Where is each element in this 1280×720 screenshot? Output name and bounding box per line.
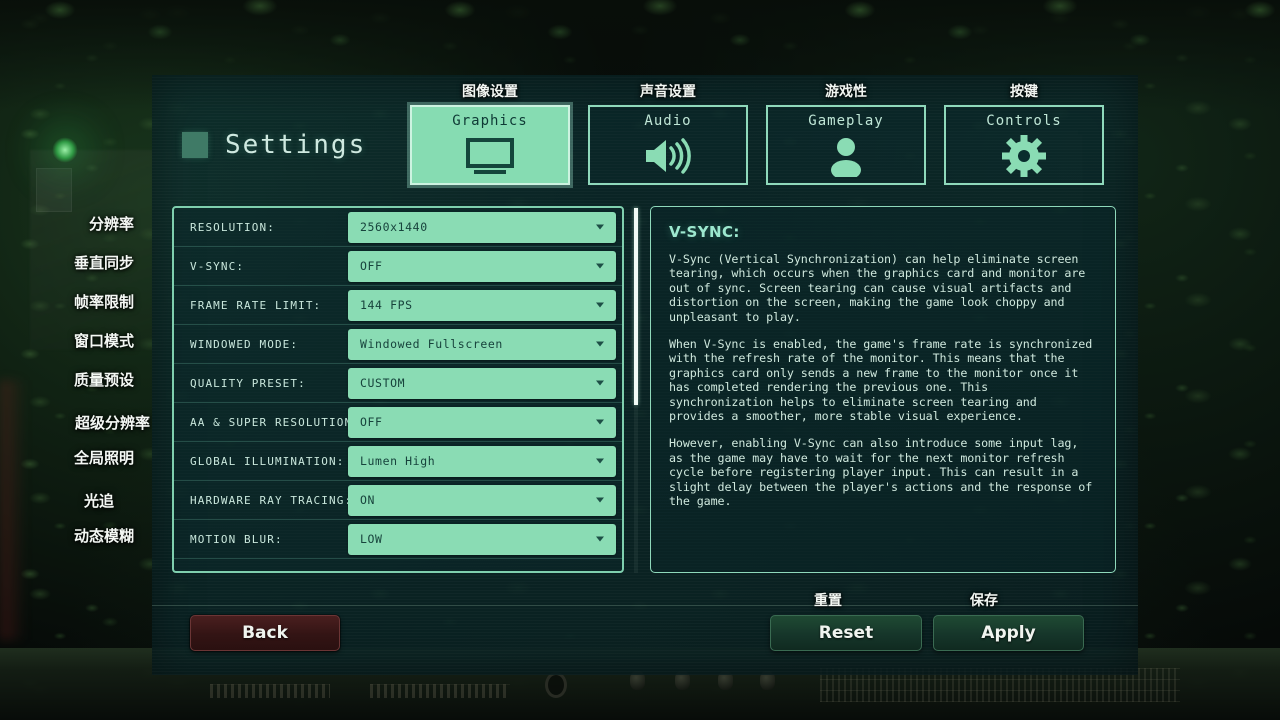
tab-audio[interactable]: 声音设置 Audio bbox=[588, 84, 748, 185]
option-dropdown[interactable]: 144 FPS bbox=[348, 289, 616, 321]
description-paragraph: When V-Sync is enabled, the game's frame… bbox=[669, 337, 1093, 424]
description-title: V-SYNC: bbox=[669, 223, 740, 241]
options-scrollbar-track[interactable] bbox=[634, 206, 638, 573]
tab-gameplay[interactable]: 游戏性 Gameplay bbox=[766, 84, 926, 185]
monitor-icon bbox=[462, 129, 518, 183]
tab-graphics[interactable]: 图像设置 Graphics bbox=[410, 84, 570, 185]
option-dropdown[interactable]: OFF bbox=[348, 250, 616, 282]
tab-bar[interactable]: 图像设置 Graphics 声音设置 Audio 游戏性 Gameplay 按键 Contro… bbox=[410, 84, 1104, 185]
option-value: 2560x1440 bbox=[360, 220, 428, 234]
option-value: LOW bbox=[360, 532, 383, 546]
gear-icon bbox=[996, 129, 1052, 183]
option-dropdown[interactable]: Windowed Fullscreen bbox=[348, 328, 616, 360]
chevron-down-icon[interactable] bbox=[596, 536, 604, 542]
page-title: Settings bbox=[182, 130, 366, 160]
chevron-down-icon[interactable] bbox=[596, 380, 604, 386]
title-swatch-icon bbox=[182, 132, 208, 158]
settings-panel: Settings 图像设置 Graphics 声音设置 Audio 游戏性 Gamepla… bbox=[152, 75, 1138, 675]
option-dropdown[interactable]: OFF bbox=[348, 406, 616, 438]
reset-button-chinese-label: 重置 bbox=[814, 593, 842, 609]
tab-chinese-label: 图像设置 bbox=[462, 84, 518, 100]
option-label: QUALITY PRESET: bbox=[190, 376, 306, 390]
option-value: Windowed Fullscreen bbox=[360, 337, 503, 351]
chevron-down-icon[interactable] bbox=[596, 302, 604, 308]
option-row[interactable]: RESOLUTION: 2560x1440 bbox=[174, 208, 622, 247]
option-row[interactable]: WINDOWED MODE: Windowed Fullscreen bbox=[174, 325, 622, 364]
tab-chinese-label: 游戏性 bbox=[825, 84, 867, 100]
tab-chinese-label: 声音设置 bbox=[640, 84, 696, 100]
apply-button-chinese-label: 保存 bbox=[970, 593, 998, 609]
option-chinese-label: 质量预设 bbox=[73, 371, 134, 389]
option-value: CUSTOM bbox=[360, 376, 406, 390]
option-value: OFF bbox=[360, 415, 383, 429]
options-scrollbar-thumb[interactable] bbox=[634, 208, 638, 405]
option-label: MOTION BLUR: bbox=[190, 532, 283, 546]
chevron-down-icon[interactable] bbox=[596, 263, 604, 269]
option-dropdown[interactable]: 2560x1440 bbox=[348, 211, 616, 243]
chevron-down-icon[interactable] bbox=[596, 419, 604, 425]
tab-label: Controls bbox=[986, 113, 1062, 129]
option-label: FRAME RATE LIMIT: bbox=[190, 298, 322, 312]
option-chinese-label: 动态模糊 bbox=[73, 527, 134, 545]
option-chinese-label: 超级分辨率 bbox=[74, 414, 150, 432]
option-row[interactable]: MOTION BLUR: LOW bbox=[174, 520, 622, 559]
option-label: AA & SUPER RESOLUTION: bbox=[190, 415, 360, 429]
description-paragraph: However, enabling V-Sync can also introd… bbox=[669, 436, 1093, 509]
option-chinese-label: 窗口模式 bbox=[73, 332, 134, 350]
footer-bar: Back Reset Apply 重置 保存 bbox=[0, 593, 1280, 720]
description-panel: V-SYNC: V-Sync (Vertical Synchronization… bbox=[650, 206, 1116, 573]
description-body: V-Sync (Vertical Synchronization) can he… bbox=[669, 252, 1097, 509]
option-dropdown[interactable]: ON bbox=[348, 484, 616, 516]
tab-controls[interactable]: 按键 Controls bbox=[944, 84, 1104, 185]
option-chinese-label: 垂直同步 bbox=[73, 254, 134, 272]
option-chinese-label: 全局照明 bbox=[73, 449, 134, 467]
apply-button[interactable]: Apply bbox=[933, 615, 1084, 651]
chevron-down-icon[interactable] bbox=[596, 224, 604, 230]
tab-chinese-label: 按键 bbox=[1010, 84, 1038, 100]
option-dropdown[interactable]: CUSTOM bbox=[348, 367, 616, 399]
tab-label: Gameplay bbox=[808, 113, 884, 129]
chevron-down-icon[interactable] bbox=[596, 341, 604, 347]
option-chinese-label: 分辨率 bbox=[88, 215, 134, 233]
option-label: V-SYNC: bbox=[190, 259, 245, 273]
person-icon bbox=[818, 129, 874, 183]
chevron-down-icon[interactable] bbox=[596, 497, 604, 503]
option-value: ON bbox=[360, 493, 376, 507]
option-row[interactable]: V-SYNC: OFF bbox=[174, 247, 622, 286]
option-chinese-label: 光追 bbox=[83, 492, 114, 510]
option-dropdown[interactable]: Lumen High bbox=[348, 445, 616, 477]
option-value: OFF bbox=[360, 259, 383, 273]
option-label: WINDOWED MODE: bbox=[190, 337, 299, 351]
option-row[interactable]: HARDWARE RAY TRACING: ON bbox=[174, 481, 622, 520]
tab-label: Graphics bbox=[452, 113, 528, 129]
tab-label: Audio bbox=[644, 113, 692, 129]
page-title-label: Settings bbox=[225, 130, 367, 160]
option-row[interactable]: GLOBAL ILLUMINATION: Lumen High bbox=[174, 442, 622, 481]
description-paragraph: V-Sync (Vertical Synchronization) can he… bbox=[669, 252, 1086, 324]
speaker-icon bbox=[640, 129, 696, 183]
option-row[interactable]: QUALITY PRESET: CUSTOM bbox=[174, 364, 622, 403]
reset-button[interactable]: Reset bbox=[770, 615, 922, 651]
option-row[interactable]: FRAME RATE LIMIT: 144 FPS bbox=[174, 286, 622, 325]
option-label: RESOLUTION: bbox=[190, 220, 275, 234]
option-value: Lumen High bbox=[360, 454, 436, 468]
option-label: GLOBAL ILLUMINATION: bbox=[190, 454, 345, 468]
option-dropdown[interactable]: LOW bbox=[348, 523, 616, 555]
chevron-down-icon[interactable] bbox=[596, 458, 604, 464]
back-button[interactable]: Back bbox=[190, 615, 340, 651]
option-value: 144 FPS bbox=[360, 298, 413, 312]
option-label: HARDWARE RAY TRACING: bbox=[190, 493, 353, 507]
graphics-options-list[interactable]: RESOLUTION: 2560x1440 V-SYNC: OFF FRAME RATE… bbox=[172, 206, 624, 573]
option-chinese-label: 帧率限制 bbox=[73, 293, 134, 311]
option-row[interactable]: AA & SUPER RESOLUTION: OFF bbox=[174, 403, 622, 442]
